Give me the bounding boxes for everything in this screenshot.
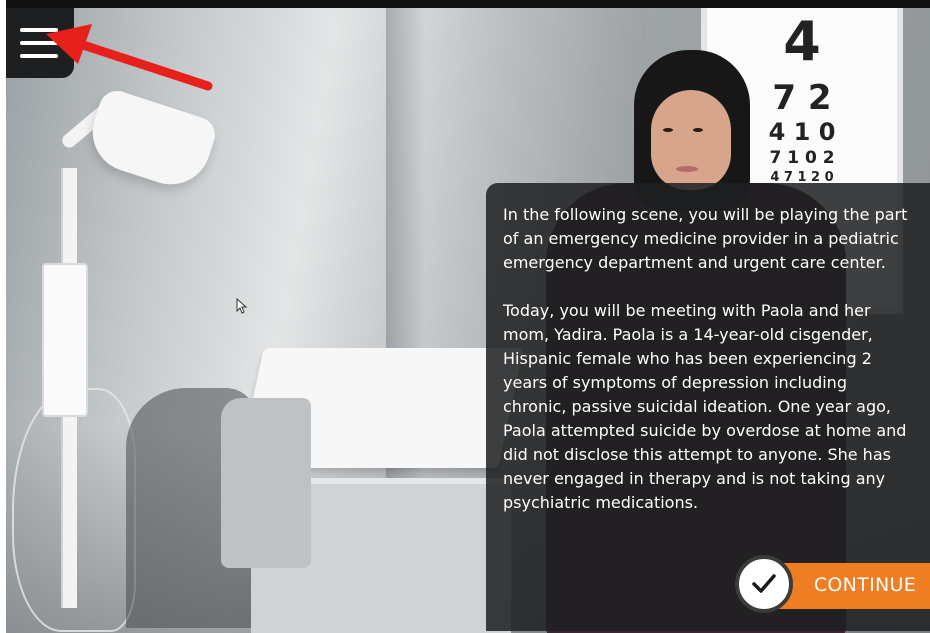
- character-eye: [693, 128, 703, 132]
- continue-label: CONTINUE: [813, 574, 916, 596]
- dialog-text: In the following scene, you will be play…: [503, 203, 908, 539]
- red-arrow-annotation-icon: [46, 24, 213, 91]
- dialog-paragraph: Today, you will be meeting with Paola an…: [503, 301, 907, 512]
- exam-table-side: [221, 398, 311, 568]
- lamp-power-box: [42, 263, 88, 417]
- checkmark-icon: [752, 574, 776, 593]
- lamp-head: [82, 86, 220, 195]
- character-lips: [676, 166, 698, 172]
- character-eye: [663, 128, 673, 132]
- continue-button[interactable]: CONTINUE: [775, 563, 930, 609]
- dialog-paragraph: In the following scene, you will be play…: [503, 205, 908, 272]
- top-bar: [6, 0, 930, 8]
- mouse-cursor-icon: [236, 298, 248, 314]
- eye-chart-row: 4: [783, 10, 821, 73]
- continue-control[interactable]: CONTINUE: [735, 555, 930, 617]
- character-face: [651, 90, 731, 190]
- continue-check-button[interactable]: [735, 555, 793, 613]
